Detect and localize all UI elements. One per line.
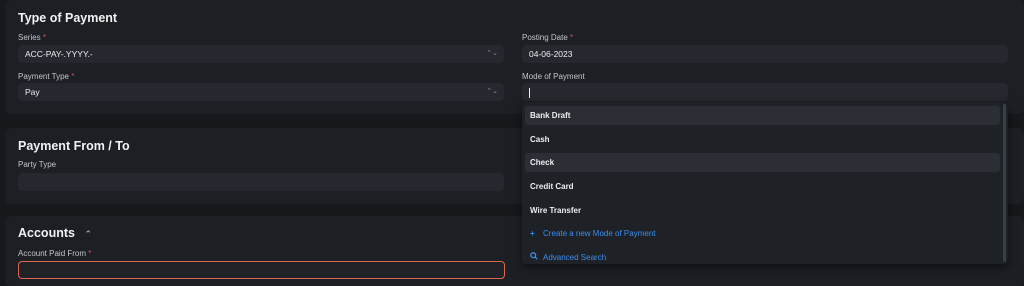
search-icon bbox=[530, 252, 540, 264]
required-marker: * bbox=[71, 72, 75, 81]
section-title-payment-from-to: Payment From / To bbox=[18, 139, 130, 153]
account-paid-from-field[interactable] bbox=[18, 261, 505, 279]
section-title-accounts[interactable]: Accounts ⌃ bbox=[18, 226, 92, 240]
series-label-text: Series bbox=[18, 33, 41, 42]
posting-date-label: Posting Date * bbox=[522, 33, 573, 42]
account-paid-from-label: Account Paid From * bbox=[18, 249, 91, 258]
payment-type-label: Payment Type * bbox=[18, 72, 74, 81]
create-mode-of-payment-label: Create a new Mode of Payment bbox=[543, 229, 656, 238]
advanced-search-label: Advanced Search bbox=[543, 253, 607, 262]
series-label: Series * bbox=[18, 33, 46, 42]
dropdown-option-wire-transfer[interactable]: Wire Transfer bbox=[525, 201, 1000, 220]
updown-chevron-icon: ⌃⌄ bbox=[486, 88, 498, 95]
mode-of-payment-dropdown: Bank Draft Cash Check Credit Card Wire T… bbox=[522, 102, 1008, 264]
posting-date-value: 04-06-2023 bbox=[529, 49, 573, 59]
dropdown-option-cash[interactable]: Cash bbox=[525, 130, 1000, 149]
dropdown-option-bank-draft[interactable]: Bank Draft bbox=[525, 106, 1000, 125]
posting-date-field[interactable]: 04-06-2023 bbox=[522, 45, 1008, 63]
advanced-search-link[interactable]: Advanced Search bbox=[530, 252, 606, 264]
payment-type-label-text: Payment Type bbox=[18, 72, 69, 81]
series-select[interactable]: ACC-PAY-.YYYY.- ⌃⌄ bbox=[18, 45, 504, 63]
create-mode-of-payment-link[interactable]: + Create a new Mode of Payment bbox=[530, 228, 656, 240]
text-cursor bbox=[529, 87, 530, 98]
chevron-up-icon[interactable]: ⌃ bbox=[84, 229, 92, 240]
payment-type-value: Pay bbox=[25, 87, 40, 97]
payment-type-select[interactable]: Pay ⌃⌄ bbox=[18, 83, 504, 101]
plus-icon: + bbox=[530, 229, 535, 238]
updown-chevron-icon: ⌃⌄ bbox=[486, 50, 498, 57]
type-of-payment-section: Type of Payment Series * ACC-PAY-.YYYY.-… bbox=[5, 0, 1024, 114]
party-type-label: Party Type bbox=[18, 160, 57, 169]
dropdown-option-credit-card[interactable]: Credit Card bbox=[525, 177, 1000, 196]
section-title-type-of-payment: Type of Payment bbox=[18, 11, 118, 25]
series-value: ACC-PAY-.YYYY.- bbox=[25, 49, 93, 59]
posting-date-label-text: Posting Date bbox=[522, 33, 568, 42]
dropdown-option-check[interactable]: Check bbox=[525, 153, 1000, 172]
accounts-title-text: Accounts bbox=[18, 226, 75, 240]
mode-of-payment-label: Mode of Payment bbox=[522, 72, 585, 81]
required-marker: * bbox=[42, 33, 47, 42]
party-type-select[interactable] bbox=[18, 173, 504, 191]
mode-of-payment-input[interactable] bbox=[522, 83, 1008, 101]
dropdown-scrollbar[interactable] bbox=[1003, 104, 1006, 262]
account-paid-from-label-text: Account Paid From bbox=[18, 249, 87, 258]
required-marker: * bbox=[570, 33, 574, 42]
required-marker: * bbox=[88, 249, 92, 258]
